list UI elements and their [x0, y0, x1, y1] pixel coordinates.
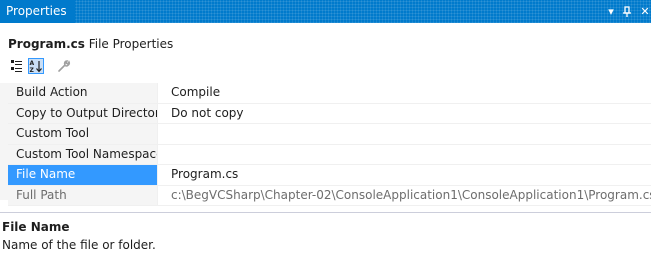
property-value[interactable]	[171, 145, 651, 165]
object-selector[interactable]: Program.cs File Properties	[0, 33, 651, 55]
svg-text:A: A	[30, 60, 35, 67]
property-row-custom-tool[interactable]: Custom Tool	[8, 124, 651, 145]
properties-title-bar[interactable]: Properties ▾ ✕	[0, 0, 651, 23]
property-value[interactable]: Compile	[171, 83, 651, 103]
property-name: Build Action	[8, 83, 158, 103]
categorized-icon[interactable]	[9, 58, 25, 74]
property-name: Copy to Output Directory	[8, 103, 158, 123]
property-name: Full Path	[8, 185, 158, 205]
property-row-file-name[interactable]: File Name Program.cs	[8, 165, 651, 186]
description-title: File Name	[2, 220, 70, 234]
window-dropdown-icon[interactable]: ▾	[604, 0, 618, 23]
property-value[interactable]: Do not copy	[171, 104, 651, 124]
property-pages-wrench-icon[interactable]	[56, 58, 72, 74]
pin-icon[interactable]	[620, 0, 634, 23]
description-text: Name of the file or folder.	[2, 238, 156, 252]
alphabetical-sort-icon[interactable]: A Z	[28, 58, 44, 74]
close-icon[interactable]: ✕	[638, 0, 651, 23]
property-row-copy-to-output[interactable]: Copy to Output Directory Do not copy	[8, 103, 651, 124]
property-row-build-action[interactable]: Build Action Compile	[8, 83, 651, 104]
object-name: Program.cs	[8, 37, 85, 51]
window-title: Properties	[0, 0, 75, 23]
property-value[interactable]: Program.cs	[171, 165, 651, 185]
property-name: Custom Tool	[8, 124, 158, 144]
description-divider[interactable]	[0, 212, 651, 213]
property-value: c:\BegVCSharp\Chapter-02\ConsoleApplicat…	[171, 187, 651, 202]
properties-toolbar: A Z	[0, 56, 651, 78]
property-name: Custom Tool Namespace	[8, 144, 158, 164]
property-grid: Build Action Compile Copy to Output Dire…	[8, 83, 651, 206]
property-value[interactable]	[171, 124, 651, 144]
property-row-custom-tool-namespace[interactable]: Custom Tool Namespace	[8, 144, 651, 165]
object-type: File Properties	[88, 37, 174, 51]
svg-text:Z: Z	[30, 67, 35, 73]
grid-margin	[0, 83, 8, 200]
property-name: File Name	[8, 165, 158, 185]
property-row-full-path[interactable]: Full Path c:\BegVCSharp\Chapter-02\Conso…	[8, 185, 651, 206]
